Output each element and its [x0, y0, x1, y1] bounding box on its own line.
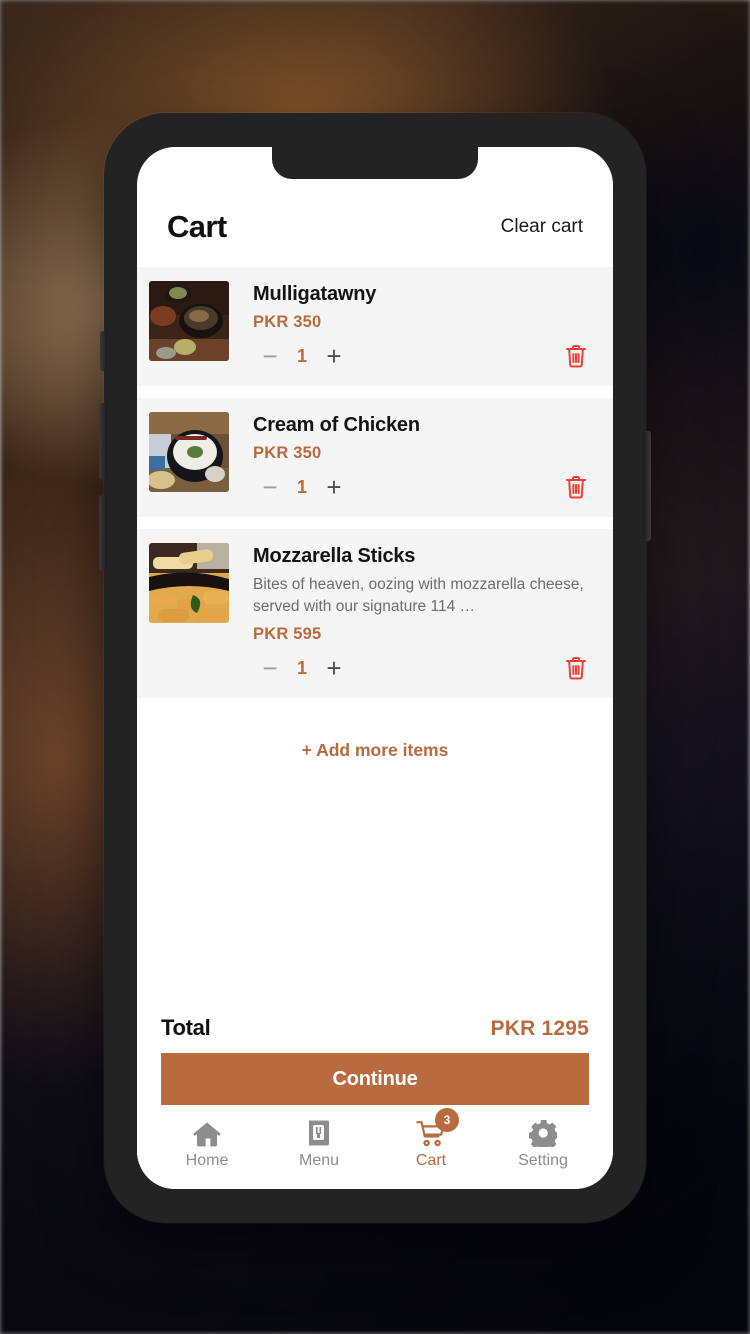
item-body: Mulligatawny PKR 350 − 1 +	[229, 279, 589, 374]
cart-item[interactable]: Mozzarella Sticks Bites of heaven, oozin…	[137, 529, 613, 698]
nav-label-menu: Menu	[298, 1151, 340, 1169]
cart-icon: 3	[416, 1107, 459, 1147]
decrease-quantity-button[interactable]: −	[253, 651, 287, 685]
increase-quantity-button[interactable]: +	[317, 339, 351, 373]
item-body: Mozzarella Sticks Bites of heaven, oozin…	[229, 541, 589, 686]
item-body: Cream of Chicken PKR 350 − 1 +	[229, 410, 589, 505]
page-title: Cart	[167, 209, 227, 244]
quantity-value: 1	[296, 476, 307, 497]
increase-quantity-button[interactable]: +	[317, 470, 351, 504]
item-price: PKR 595	[253, 625, 322, 643]
phone-frame: Cart Clear cart Mulligatawny PKR 350 − 1…	[99, 113, 651, 1223]
quantity-value: 1	[296, 657, 307, 678]
continue-button[interactable]: Continue	[161, 1053, 589, 1105]
quantity-stepper: − 1 +	[253, 469, 589, 505]
decrease-quantity-button[interactable]: −	[253, 339, 287, 373]
item-price: PKR 350	[253, 313, 322, 331]
bottom-navigation: Home Menu 3 Cart Setting	[137, 1105, 613, 1189]
total-row: Total PKR 1295	[137, 1015, 613, 1053]
nav-item-home[interactable]: Home	[151, 1117, 263, 1170]
silent-switch-button[interactable]	[100, 331, 107, 371]
total-value: PKR 1295	[490, 1017, 589, 1040]
volume-down-button[interactable]	[99, 495, 107, 571]
nav-item-menu[interactable]: Menu	[263, 1117, 375, 1170]
item-thumbnail	[149, 281, 229, 361]
nav-label-home: Home	[185, 1151, 229, 1169]
delete-item-button[interactable]	[565, 475, 587, 499]
cart-item-list: Mulligatawny PKR 350 − 1 + Cream of Chic…	[137, 267, 613, 710]
display-notch	[272, 147, 478, 179]
increase-quantity-button[interactable]: +	[317, 651, 351, 685]
nav-label-cart: Cart	[415, 1151, 447, 1169]
decrease-quantity-button[interactable]: −	[253, 470, 287, 504]
item-price: PKR 350	[253, 444, 322, 462]
quantity-stepper: − 1 +	[253, 650, 589, 686]
power-button[interactable]	[643, 431, 651, 541]
item-name: Mulligatawny	[253, 283, 377, 305]
delete-item-button[interactable]	[565, 656, 587, 680]
quantity-value: 1	[296, 345, 307, 366]
clear-cart-button[interactable]: Clear cart	[501, 216, 583, 238]
item-thumbnail	[149, 412, 229, 492]
item-description: Bites of heaven, oozing with mozzarella …	[253, 576, 584, 615]
delete-item-button[interactable]	[565, 344, 587, 368]
item-name: Mozzarella Sticks	[253, 545, 416, 567]
nav-item-setting[interactable]: Setting	[487, 1117, 599, 1170]
cart-item[interactable]: Cream of Chicken PKR 350 − 1 +	[137, 398, 613, 517]
nav-label-setting: Setting	[518, 1151, 568, 1169]
cart-badge: 3	[435, 1107, 459, 1132]
volume-up-button[interactable]	[99, 403, 107, 479]
total-label: Total	[161, 1015, 211, 1040]
menu-icon	[306, 1117, 332, 1147]
add-more-section: + Add more items	[137, 710, 613, 1015]
phone-screen: Cart Clear cart Mulligatawny PKR 350 − 1…	[137, 147, 613, 1189]
gear-icon	[529, 1117, 557, 1147]
quantity-stepper: − 1 +	[253, 338, 589, 374]
nav-item-cart[interactable]: 3 Cart	[375, 1107, 487, 1170]
home-icon	[193, 1117, 221, 1147]
item-name: Cream of Chicken	[253, 414, 420, 436]
cart-item[interactable]: Mulligatawny PKR 350 − 1 +	[137, 267, 613, 386]
item-thumbnail	[149, 543, 229, 623]
add-more-items-button[interactable]: + Add more items	[302, 740, 449, 761]
